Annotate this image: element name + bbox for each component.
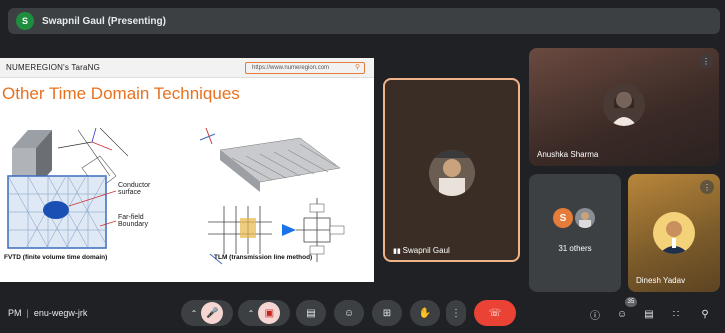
mic-off-icon[interactable]: 🎤 <box>201 302 224 324</box>
mic-control[interactable]: ⌃ 🎤 <box>181 300 233 326</box>
participant-tile-dinesh[interactable]: ⋮ Dinesh Yadav <box>628 174 720 292</box>
avatar <box>429 150 475 196</box>
chevron-up-icon[interactable]: ⌃ <box>248 309 255 318</box>
meeting-info: PM | enu-wegw-jrk <box>8 308 88 318</box>
chevron-up-icon[interactable]: ⌃ <box>191 309 198 318</box>
raise-hand-button[interactable]: ✋ <box>410 300 440 326</box>
call-end-icon: ☏ <box>488 307 502 319</box>
participant-count-badge: 35 <box>625 297 637 307</box>
far-field-label: Far-field Boundary <box>118 214 148 228</box>
others-label: 31 others <box>558 244 592 253</box>
present-icon: ⊞ <box>382 307 392 319</box>
meeting-code: enu-wegw-jrk <box>33 308 88 318</box>
tlm-caption: TLM (transmission line method) <box>214 254 313 261</box>
activities-icon[interactable]: ∷ <box>668 306 684 322</box>
tile-name-label: Dinesh Yadav <box>636 276 686 285</box>
chat-icon[interactable]: ▤ <box>641 306 657 322</box>
avatar <box>603 84 645 126</box>
participant-tile-swapnil[interactable]: ▮▮ Swapnil Gaul <box>383 78 520 262</box>
audio-indicator-icon: ⋮ <box>700 180 714 194</box>
presenter-avatar: S <box>16 12 34 30</box>
emoji-button[interactable]: ☺ <box>334 300 364 326</box>
presenter-label: Swapnil Gaul (Presenting) <box>42 15 166 27</box>
bottom-toolbar: PM | enu-wegw-jrk ⌃ 🎤 ⌃ ▣ ▤ ☺ ⊞ ✋ ⋮ ☏ ⓘ … <box>0 296 725 333</box>
people-icon[interactable]: ☺ <box>614 306 630 322</box>
slide-diagrams <box>7 127 345 265</box>
raise-hand-icon: ✋ <box>418 307 432 319</box>
emoji-icon: ☺ <box>343 307 355 319</box>
others-avatar-photo <box>575 208 595 228</box>
info-icon[interactable]: ⓘ <box>587 306 603 322</box>
fvtd-caption: FVTD (finite volume time domain) <box>4 254 108 261</box>
audio-indicator-icon: ⋮ <box>699 54 713 68</box>
shared-screen: NUMEREGION's TaraNG https://www.numeregi… <box>0 58 374 282</box>
host-controls-icon[interactable]: ⚲ <box>697 306 713 322</box>
tile-name-label: ▮▮ Swapnil Gaul <box>393 246 450 255</box>
more-options-button[interactable]: ⋮ <box>446 300 466 326</box>
participant-tile-anushka[interactable]: ⋮ Anushka Sharma <box>529 48 719 166</box>
camera-off-icon[interactable]: ▣ <box>258 302 281 324</box>
conductor-label: Conductor surface <box>118 182 151 196</box>
tlm-grid-figure <box>199 127 341 192</box>
more-vert-icon: ⋮ <box>451 307 461 319</box>
leave-call-button[interactable]: ☏ <box>474 300 516 326</box>
avatar <box>653 212 695 254</box>
present-button[interactable]: ⊞ <box>372 300 402 326</box>
presenting-banner: S Swapnil Gaul (Presenting) <box>8 8 720 34</box>
participant-tile-others[interactable]: 31 others <box>529 174 621 292</box>
fvtd-mesh <box>7 175 117 249</box>
clock-time: PM <box>8 308 22 318</box>
tile-name-label: Anushka Sharma <box>537 150 599 159</box>
captions-icon: ▤ <box>306 307 316 319</box>
present-icon: ▮▮ <box>393 248 403 255</box>
others-avatar-initial: S <box>553 208 573 228</box>
camera-control[interactable]: ⌃ ▣ <box>238 300 290 326</box>
captions-button[interactable]: ▤ <box>296 300 326 326</box>
